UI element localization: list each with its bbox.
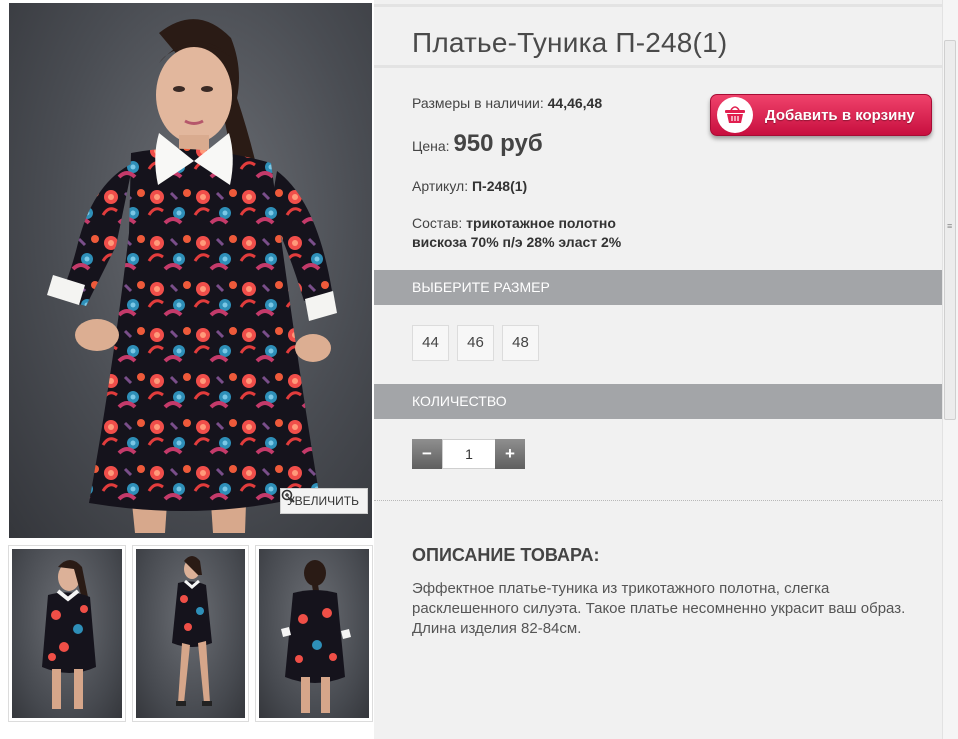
size-option-46[interactable]: 46 xyxy=(457,325,494,361)
size-option-44[interactable]: 44 xyxy=(412,325,449,361)
sizes-available-value: 44,46,48 xyxy=(547,95,603,111)
model-photo-illustration xyxy=(47,19,337,533)
product-main-photo[interactable]: УВЕЛИЧИТЬ xyxy=(9,3,372,538)
thumbnail-back[interactable] xyxy=(255,545,374,722)
quantity-input[interactable] xyxy=(442,439,496,469)
product-details-panel: Платье-Туника П-248(1) Размеры в наличии… xyxy=(374,0,942,739)
product-title: Платье-Туника П-248(1) xyxy=(412,27,728,58)
basket-icon xyxy=(725,106,745,123)
sizes-available-label: Размеры в наличии: xyxy=(412,95,544,111)
magnifier-plus-icon xyxy=(281,489,295,503)
add-to-cart-button[interactable]: Добавить в корзину xyxy=(710,94,932,136)
zoom-label: УВЕЛИЧИТЬ xyxy=(287,494,359,508)
article-value: П-248(1) xyxy=(471,178,528,194)
thumbnail-strip xyxy=(8,545,374,722)
title-bar: Платье-Туника П-248(1) xyxy=(374,4,942,68)
divider xyxy=(374,500,942,501)
composition: Состав: трикотажное полотно вискоза 70% … xyxy=(412,214,621,252)
price: Цена: 950 руб xyxy=(412,130,543,158)
quantity-increase-button[interactable]: + xyxy=(495,439,525,469)
thumbnail-front-image xyxy=(42,560,96,709)
zoom-button[interactable]: УВЕЛИЧИТЬ xyxy=(280,488,368,514)
scrollbar-grip-icon: ≡ xyxy=(947,221,953,231)
sizes-available: Размеры в наличии: 44,46,48 xyxy=(412,95,602,111)
description-text: Эффектное платье-туника из трикотажного … xyxy=(412,580,906,637)
composition-line1: трикотажное полотно xyxy=(466,215,616,231)
composition-line2: вискоза 70% п/э 28% эласт 2% xyxy=(412,234,622,250)
description-title: ОПИСАНИЕ ТОВАРА: xyxy=(412,545,600,565)
thumbnail-back-image xyxy=(281,560,352,713)
quantity-decrease-button[interactable]: − xyxy=(412,439,442,469)
thumbnail-full-length[interactable] xyxy=(131,545,250,722)
thumbnail-full-length-image xyxy=(171,556,212,706)
price-label: Цена: xyxy=(412,138,450,154)
thumbnail-front[interactable] xyxy=(8,545,126,722)
basket-icon-circle xyxy=(717,97,753,133)
composition-label: Состав: xyxy=(412,215,463,231)
price-value: 950 руб xyxy=(453,130,543,157)
size-option-48[interactable]: 48 xyxy=(502,325,539,361)
quantity-section-header: КОЛИЧЕСТВО xyxy=(374,384,942,419)
size-section-header: ВЫБЕРИТЕ РАЗМЕР xyxy=(374,270,942,305)
article: Артикул: П-248(1) xyxy=(412,178,527,194)
add-to-cart-label: Добавить в корзину xyxy=(765,106,915,124)
article-label: Артикул: xyxy=(412,178,469,194)
